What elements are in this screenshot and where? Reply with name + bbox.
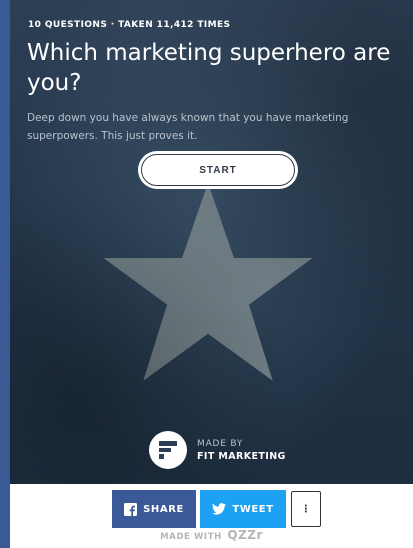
- twitter-icon: [212, 503, 227, 515]
- creator-name: FIT MARKETING: [197, 450, 286, 462]
- facebook-icon: [124, 502, 138, 516]
- share-label: SHARE: [143, 503, 184, 515]
- made-by-block[interactable]: MADE BY FIT MARKETING: [149, 431, 286, 469]
- more-options-button[interactable]: ⋮: [291, 491, 321, 527]
- star-icon: [103, 182, 313, 381]
- quiz-hero: 10 QUESTIONS · TAKEN 11,412 TIMES Which …: [10, 0, 413, 484]
- made-with-footer[interactable]: MADE WITH QZZr: [10, 528, 413, 542]
- share-bar: SHARE TWEET ⋮ MADE WITH QZZr: [10, 484, 413, 548]
- fit-marketing-logo-icon: [149, 431, 187, 469]
- quiz-title: Which marketing superhero are you?: [27, 40, 391, 96]
- qzzr-brand: QZZr: [227, 528, 263, 542]
- made-with-label: MADE WITH: [160, 532, 222, 542]
- quiz-description: Deep down you have always known that you…: [27, 112, 349, 142]
- quiz-embed: 10 QUESTIONS · TAKEN 11,412 TIMES Which …: [10, 0, 413, 548]
- quiz-meta: 10 QUESTIONS · TAKEN 11,412 TIMES: [28, 20, 231, 30]
- made-by-text: MADE BY FIT MARKETING: [197, 438, 286, 463]
- facebook-share-button[interactable]: SHARE: [112, 490, 196, 528]
- more-vertical-icon: ⋮: [300, 503, 312, 515]
- start-button[interactable]: START: [138, 151, 298, 189]
- tweet-label: TWEET: [232, 503, 274, 515]
- start-button-label: START: [141, 154, 295, 186]
- made-by-label: MADE BY: [197, 438, 244, 449]
- tweet-button[interactable]: TWEET: [200, 490, 286, 528]
